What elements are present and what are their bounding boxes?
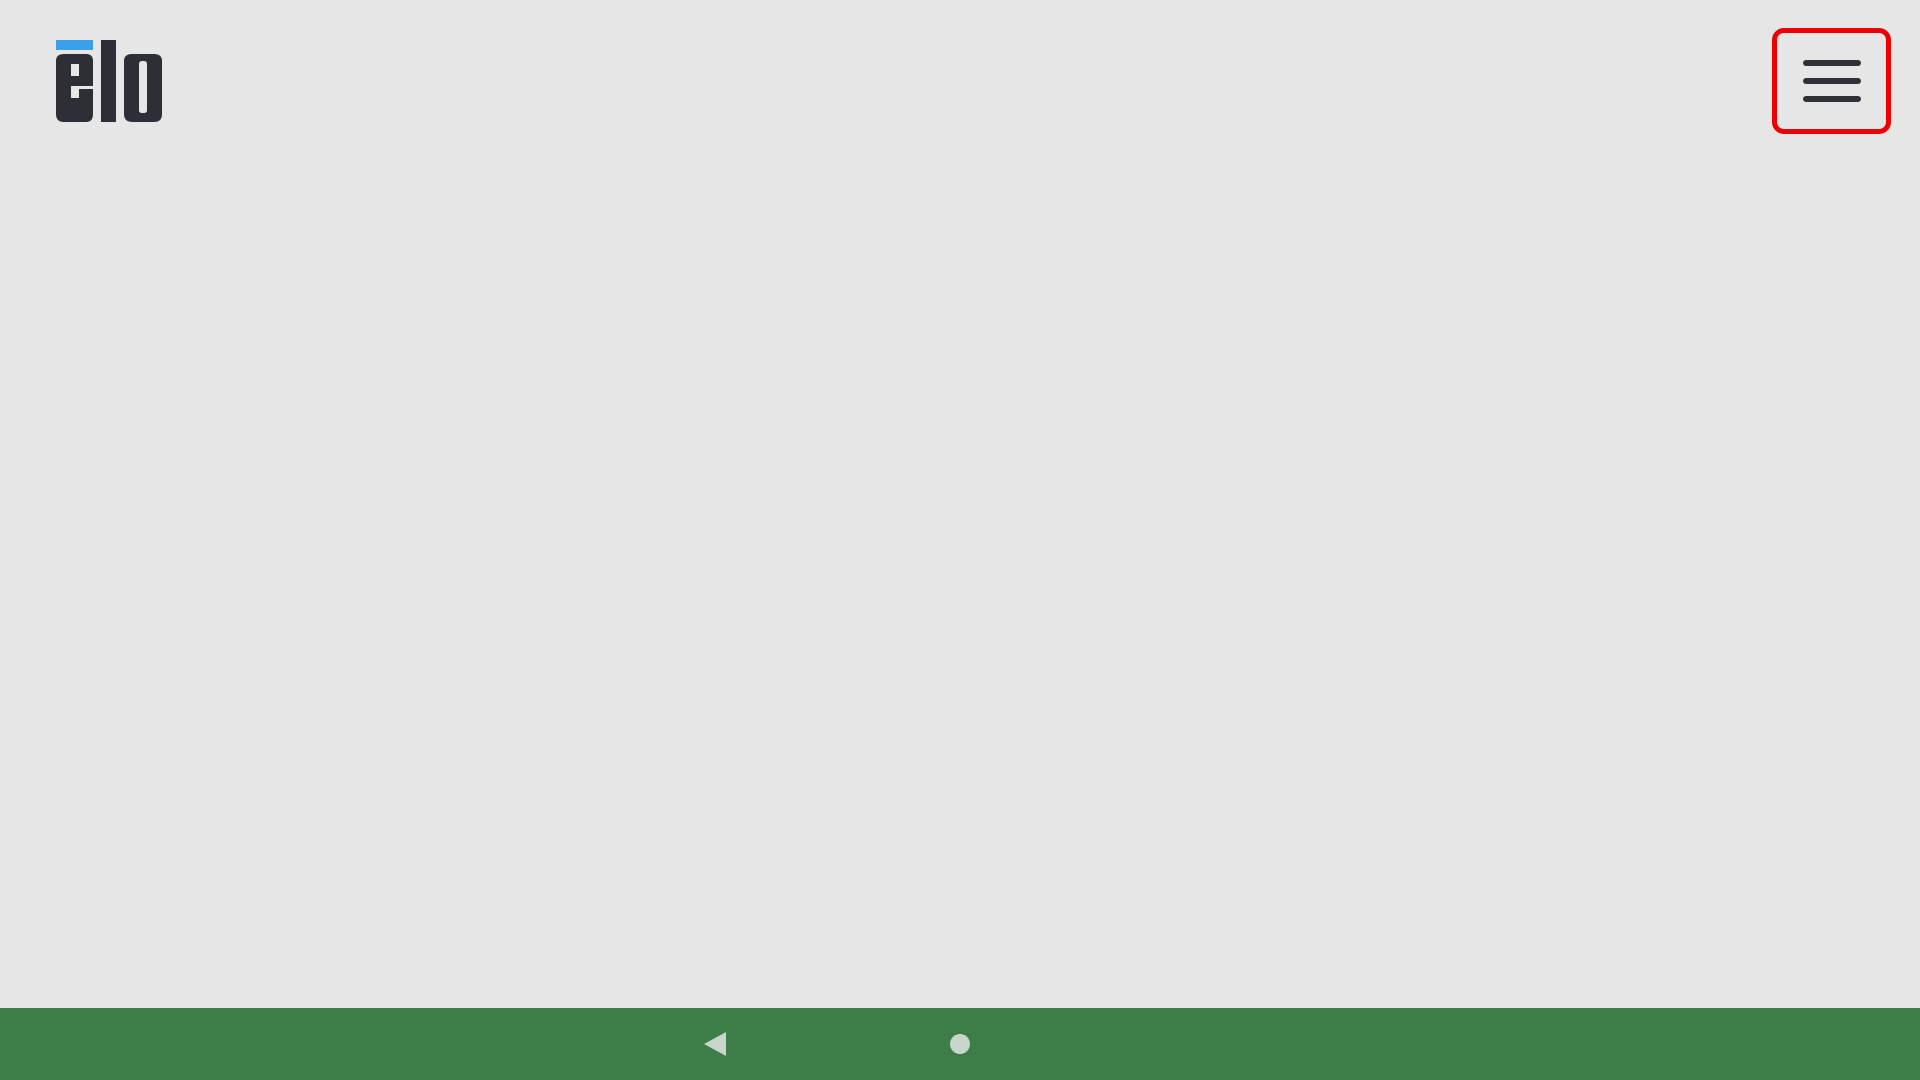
elo-logo-icon	[56, 40, 162, 122]
system-navigation-bar	[0, 1008, 1920, 1080]
menu-button[interactable]	[1772, 28, 1891, 134]
hamburger-menu-icon	[1803, 60, 1861, 102]
app-screen: elo	[0, 0, 1920, 1008]
back-button[interactable]	[702, 1030, 730, 1058]
back-triangle-icon	[704, 1032, 726, 1056]
elo-logo: elo	[54, 38, 164, 124]
home-button[interactable]	[950, 1034, 970, 1054]
